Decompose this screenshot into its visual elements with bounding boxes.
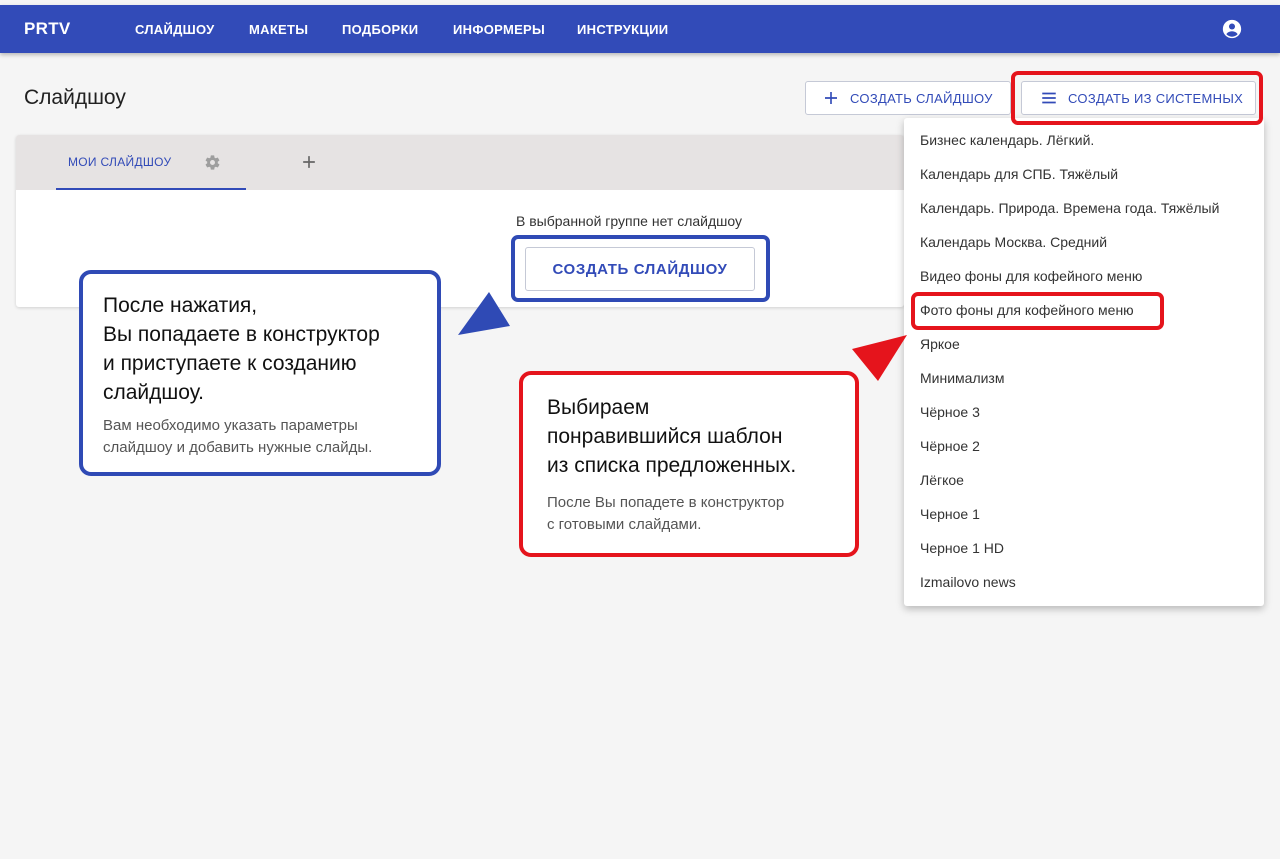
blue-arrow-icon [458, 292, 510, 335]
callout-blue-line: Вы попадаете в конструктор [103, 323, 380, 346]
callout-red-subline: с готовыми слайдами. [547, 516, 702, 533]
callout-blue-line: слайдшоу. [103, 381, 204, 404]
red-arrow-icon [852, 335, 907, 381]
callout-red-subline: После Вы попадете в конструктор [547, 494, 785, 511]
callout-blue-line: и приступаете к созданию [103, 352, 357, 375]
callout-red-line: понравившийся шаблон [547, 425, 783, 448]
callout-red-line: Выбираем [547, 396, 650, 419]
callout-blue-subline: слайдшоу и добавить нужные слайды. [103, 439, 373, 456]
callout-red: Выбираем понравившийся шаблон из списка … [519, 371, 859, 557]
callout-red-line: из списка предложенных. [547, 454, 797, 477]
callout-blue-subline: Вам необходимо указать параметры [103, 417, 358, 434]
callout-blue-line: После нажатия, [103, 294, 258, 317]
callout-blue: После нажатия, Вы попадаете в конструкто… [79, 270, 441, 476]
